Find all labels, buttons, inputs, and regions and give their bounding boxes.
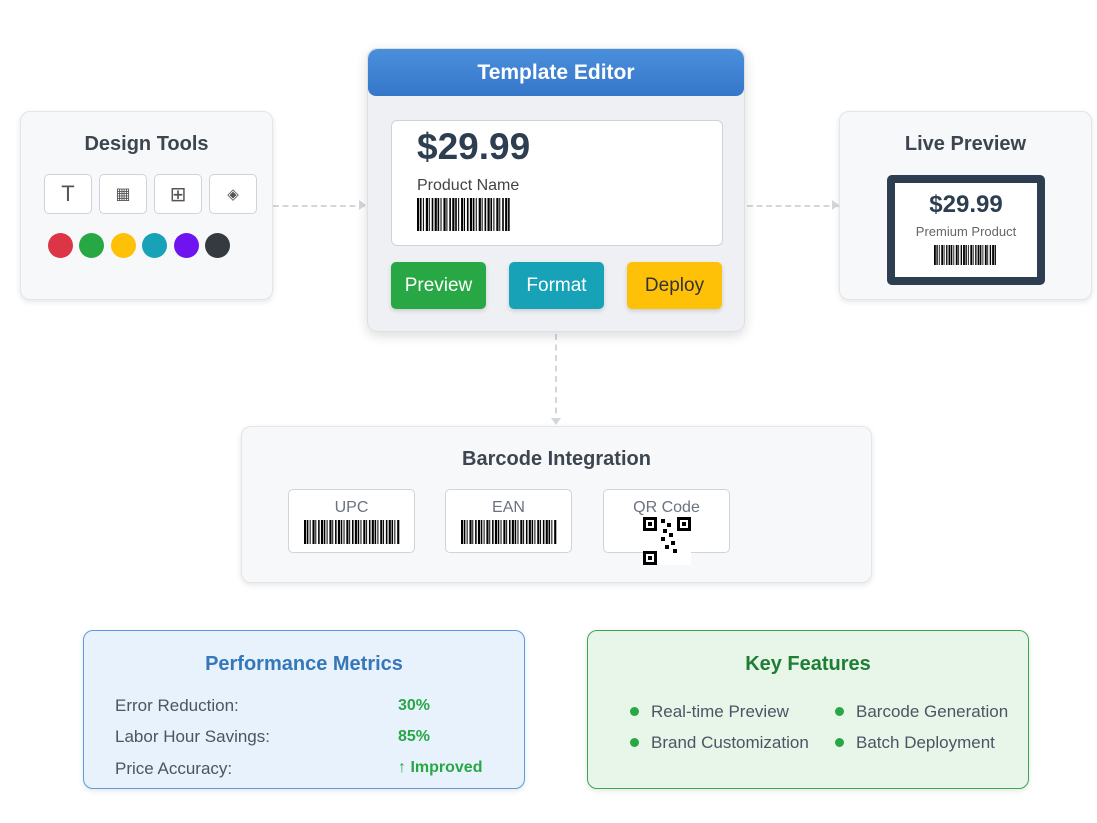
performance-metrics-panel: Performance Metrics Error Reduction: 30%… bbox=[83, 630, 525, 789]
layout-tool-button[interactable]: ⊞ bbox=[154, 174, 202, 214]
format-button[interactable]: Format bbox=[509, 262, 604, 309]
barcode-integration-panel: Barcode Integration UPC EAN QR Code bbox=[241, 426, 872, 583]
color-swatch-purple[interactable] bbox=[174, 233, 199, 258]
design-tools-panel: Design Tools T ▦ ⊞ ◈ bbox=[20, 111, 273, 300]
key-features-title: Key Features bbox=[745, 653, 871, 675]
qr-code-icon bbox=[643, 517, 691, 565]
connector-arrow-left bbox=[359, 200, 366, 210]
template-editor-panel: Template Editor $29.99 Product Name Prev… bbox=[367, 48, 745, 332]
preview-display: $29.99 Premium Product bbox=[887, 175, 1045, 285]
label-price: $29.99 bbox=[417, 126, 531, 167]
connector-editor-preview bbox=[747, 205, 839, 207]
deploy-button[interactable]: Deploy bbox=[627, 262, 722, 309]
color-swatch-red[interactable] bbox=[48, 233, 73, 258]
color-swatch-green[interactable] bbox=[79, 233, 104, 258]
connector-arrow-right bbox=[832, 200, 839, 210]
feature-item: Real-time Preview bbox=[630, 702, 789, 722]
metric-label-price-accuracy: Price Accuracy: bbox=[115, 759, 233, 778]
connector-editor-barcode bbox=[555, 334, 557, 424]
connector-arrow-down bbox=[551, 418, 561, 425]
feature-item: Batch Deployment bbox=[835, 733, 995, 753]
upc-barcode bbox=[304, 520, 400, 544]
template-editor-title: Template Editor bbox=[368, 49, 744, 96]
text-tool-button[interactable]: T bbox=[44, 174, 92, 214]
key-features-panel: Key Features Real-time Preview Barcode G… bbox=[587, 630, 1029, 789]
upc-label: UPC bbox=[334, 499, 369, 516]
metric-label-error-reduction: Error Reduction: bbox=[115, 696, 239, 715]
live-preview-panel: Live Preview $29.99 Premium Product bbox=[839, 111, 1092, 300]
metric-value-error-reduction: 30% bbox=[398, 697, 431, 714]
grid-tool-button[interactable]: ▦ bbox=[99, 174, 147, 214]
layout-tool-icon: ⊞ bbox=[169, 183, 187, 206]
feature-item: Barcode Generation bbox=[835, 702, 1008, 722]
barcode-type-qr[interactable]: QR Code bbox=[603, 489, 730, 565]
label-canvas[interactable]: $29.99 Product Name bbox=[391, 120, 723, 246]
grid-tool-icon: ▦ bbox=[115, 186, 131, 203]
metric-value-labor-savings: 85% bbox=[398, 728, 431, 745]
preview-product-name: Premium Product bbox=[915, 224, 1017, 239]
color-swatch-dark[interactable] bbox=[205, 233, 230, 258]
metric-value-price-accuracy: ↑ Improved bbox=[398, 759, 483, 776]
live-preview-title: Live Preview bbox=[904, 133, 1027, 155]
ean-label: EAN bbox=[492, 499, 525, 516]
barcode-integration-title: Barcode Integration bbox=[462, 448, 651, 470]
preview-price: $29.99 bbox=[929, 191, 1003, 218]
preview-button[interactable]: Preview bbox=[391, 262, 486, 309]
preview-barcode bbox=[934, 245, 997, 265]
metric-label-labor-savings: Labor Hour Savings: bbox=[115, 727, 270, 746]
qr-label: QR Code bbox=[633, 499, 700, 516]
text-tool-icon: T bbox=[61, 181, 75, 206]
color-swatch-yellow[interactable] bbox=[111, 233, 136, 258]
shape-tool-button[interactable]: ◈ bbox=[209, 174, 257, 214]
connector-tools-editor bbox=[273, 205, 365, 207]
performance-metrics-title: Performance Metrics bbox=[205, 653, 403, 675]
barcode-type-ean[interactable]: EAN bbox=[445, 489, 572, 553]
label-barcode bbox=[417, 198, 511, 231]
feature-item: Brand Customization bbox=[630, 733, 809, 753]
shape-tool-icon: ◈ bbox=[227, 186, 239, 203]
ean-barcode bbox=[461, 520, 557, 544]
color-swatch-teal[interactable] bbox=[142, 233, 167, 258]
label-product-name: Product Name bbox=[417, 177, 520, 194]
design-tools-title: Design Tools bbox=[84, 133, 209, 155]
barcode-type-upc[interactable]: UPC bbox=[288, 489, 415, 553]
